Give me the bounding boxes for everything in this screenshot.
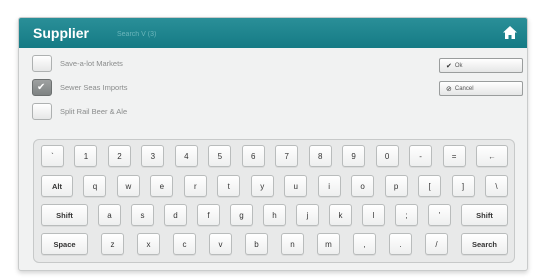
key[interactable]: n	[281, 233, 304, 255]
cancel-button[interactable]: ⊘ Cancel	[439, 81, 523, 96]
key[interactable]: m	[317, 233, 340, 255]
search-key[interactable]: Search	[461, 233, 508, 255]
key[interactable]: 4	[174, 145, 198, 167]
key[interactable]: a	[98, 204, 121, 226]
key[interactable]: 2	[107, 145, 131, 167]
page-title: Supplier	[33, 25, 90, 41]
key[interactable]: =	[442, 145, 466, 167]
key[interactable]: ,	[353, 233, 376, 255]
list-item-label: Sewer Seas Imports	[60, 83, 128, 92]
key[interactable]: p	[384, 175, 408, 197]
key[interactable]: v	[209, 233, 232, 255]
key[interactable]: y	[250, 175, 274, 197]
key[interactable]: r	[183, 175, 207, 197]
key[interactable]: d	[164, 204, 187, 226]
list-item-label: Save-a-lot Markets	[60, 59, 123, 68]
supplier-panel: Supplier Save-a-lot Markets ✔ Sewer Seas…	[18, 17, 528, 271]
list-item[interactable]: ✔ Sewer Seas Imports	[32, 79, 212, 97]
ok-label: Ok	[454, 62, 463, 69]
key[interactable]: [	[418, 175, 442, 197]
key[interactable]: z	[101, 233, 124, 255]
key[interactable]: o	[351, 175, 375, 197]
key[interactable]: f	[197, 204, 220, 226]
key[interactable]: u	[284, 175, 308, 197]
key[interactable]: ]	[451, 175, 475, 197]
space-key[interactable]: Space	[41, 233, 88, 255]
key[interactable]: 5	[208, 145, 232, 167]
key[interactable]: g	[230, 204, 253, 226]
checkbox[interactable]	[32, 103, 52, 120]
key[interactable]: x	[137, 233, 160, 255]
key[interactable]: t	[217, 175, 241, 197]
key[interactable]: e	[150, 175, 174, 197]
key[interactable]: /	[425, 233, 448, 255]
shift-key[interactable]: Shift	[41, 204, 88, 226]
list-item-label: Split Rail Beer & Ale	[60, 107, 128, 116]
cancel-label: Cancel	[454, 85, 474, 92]
alt-key[interactable]: Alt	[41, 175, 73, 197]
key[interactable]: l	[362, 204, 385, 226]
search-input[interactable]	[117, 27, 237, 41]
key[interactable]: 7	[275, 145, 299, 167]
check-icon: ✔	[446, 61, 452, 70]
checkmark-icon: ✔	[37, 82, 46, 93]
list-item[interactable]: Split Rail Beer & Ale	[32, 103, 212, 121]
on-screen-keyboard: ` 1 2 3 4 5 6 7 8 9 0- = ← Alt q w e r t y u i o p[] \ Shift a s d f g…	[33, 139, 515, 263]
title-bar: Supplier	[19, 18, 527, 48]
key[interactable]: w	[116, 175, 140, 197]
key[interactable]: q	[83, 175, 107, 197]
key[interactable]: ;	[395, 204, 418, 226]
key[interactable]: k	[329, 204, 352, 226]
key[interactable]: i	[317, 175, 341, 197]
key[interactable]: b	[245, 233, 268, 255]
key[interactable]: h	[263, 204, 286, 226]
backspace-key[interactable]: ←	[476, 145, 508, 167]
key[interactable]: 3	[141, 145, 165, 167]
key[interactable]: -	[409, 145, 433, 167]
list-item[interactable]: Save-a-lot Markets	[32, 55, 212, 73]
checkbox[interactable]	[32, 55, 52, 72]
key[interactable]: .	[389, 233, 412, 255]
key[interactable]: 8	[308, 145, 332, 167]
key[interactable]: 1	[74, 145, 98, 167]
key[interactable]: s	[131, 204, 154, 226]
key[interactable]: j	[296, 204, 319, 226]
shift-key[interactable]: Shift	[461, 204, 508, 226]
ok-button[interactable]: ✔ Ok	[439, 58, 523, 73]
key[interactable]: \	[485, 175, 508, 197]
key[interactable]: 6	[241, 145, 265, 167]
key[interactable]: `	[41, 145, 64, 167]
key[interactable]: 9	[342, 145, 366, 167]
home-icon[interactable]	[503, 26, 517, 39]
key[interactable]: 0	[375, 145, 399, 167]
key[interactable]: c	[173, 233, 196, 255]
checkbox[interactable]: ✔	[32, 79, 52, 96]
key[interactable]: '	[428, 204, 451, 226]
cancel-icon: ⊘	[446, 84, 452, 93]
